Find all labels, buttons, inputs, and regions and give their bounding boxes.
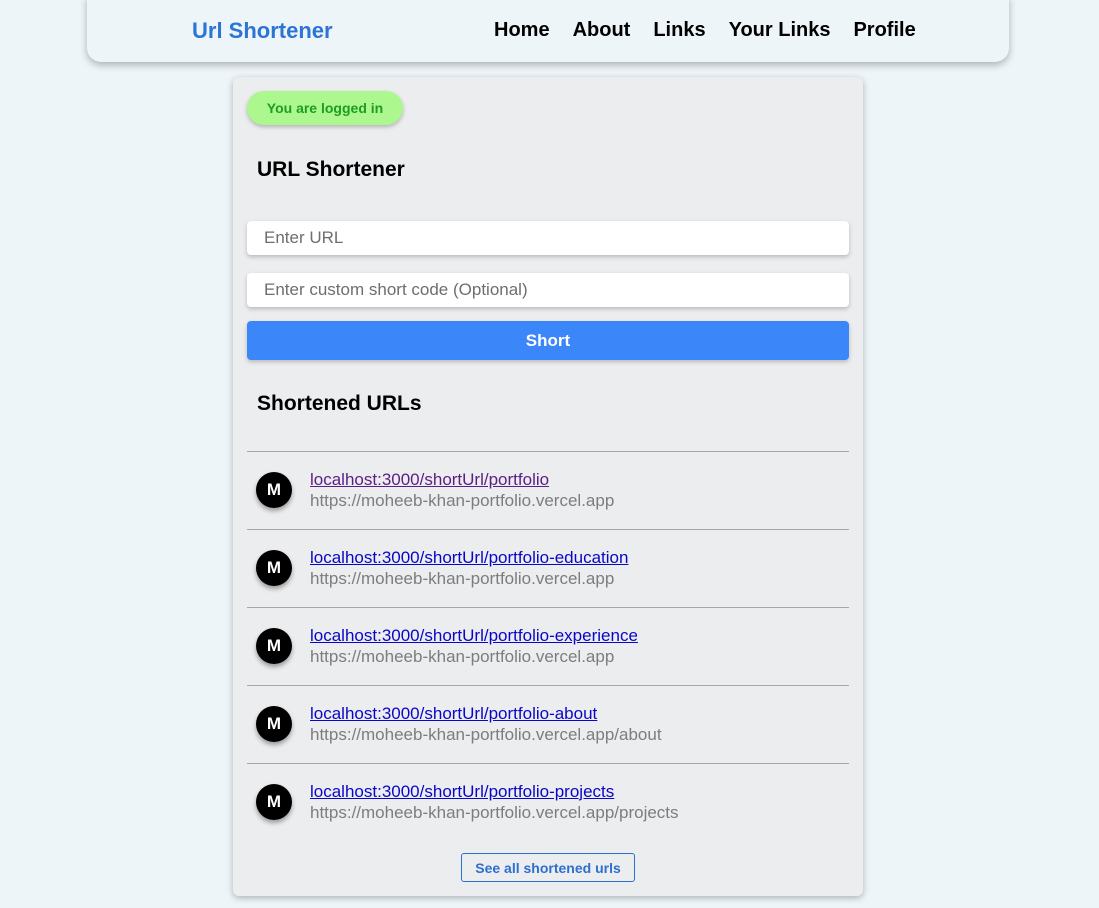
nav-link-your-links[interactable]: Your Links (729, 19, 831, 42)
nav-link-profile[interactable]: Profile (853, 19, 915, 42)
short-url-link[interactable]: localhost:3000/shortUrl/portfolio-projec… (310, 782, 614, 802)
list-item: M localhost:3000/shortUrl/portfolio-proj… (247, 763, 849, 841)
original-url: https://moheeb-khan-portfolio.vercel.app… (310, 725, 662, 744)
custom-code-input[interactable] (247, 273, 849, 307)
url-input[interactable] (247, 221, 849, 255)
list-item: M localhost:3000/shortUrl/portfolio-abou… (247, 685, 849, 763)
nav-link-about[interactable]: About (573, 19, 631, 42)
avatar: M (256, 706, 292, 742)
short-url-link[interactable]: localhost:3000/shortUrl/portfolio-educat… (310, 548, 628, 568)
nav-link-links[interactable]: Links (653, 19, 705, 42)
list-item: M localhost:3000/shortUrl/portfolio-expe… (247, 607, 849, 685)
original-url: https://moheeb-khan-portfolio.vercel.app (310, 647, 615, 666)
nav-link-home[interactable]: Home (494, 19, 550, 42)
brand-logo-link[interactable]: Url Shortener (192, 18, 333, 44)
short-url-link[interactable]: localhost:3000/shortUrl/portfolio-about (310, 704, 597, 724)
avatar: M (256, 472, 292, 508)
list-item: M localhost:3000/shortUrl/portfolio-educ… (247, 529, 849, 607)
shortened-urls-title: Shortened URLs (257, 392, 422, 415)
short-url-link[interactable]: localhost:3000/shortUrl/portfolio (310, 470, 549, 490)
shortener-card: You are logged in URL Shortener Short Sh… (233, 77, 863, 896)
avatar: M (256, 550, 292, 586)
nav-links: Home About Links Your Links Profile (494, 19, 916, 42)
original-url: https://moheeb-khan-portfolio.vercel.app (310, 491, 615, 510)
short-button[interactable]: Short (247, 321, 849, 360)
avatar: M (256, 784, 292, 820)
short-url-link[interactable]: localhost:3000/shortUrl/portfolio-experi… (310, 626, 638, 646)
login-status-badge: You are logged in (247, 91, 403, 125)
navbar: Url Shortener Home About Links Your Link… (87, 0, 1009, 62)
shortener-title: URL Shortener (257, 158, 405, 181)
avatar: M (256, 628, 292, 664)
shortened-url-list: M localhost:3000/shortUrl/portfolio http… (247, 451, 849, 841)
original-url: https://moheeb-khan-portfolio.vercel.app… (310, 803, 679, 822)
see-all-urls-button[interactable]: See all shortened urls (461, 853, 635, 882)
original-url: https://moheeb-khan-portfolio.vercel.app (310, 569, 615, 588)
list-item: M localhost:3000/shortUrl/portfolio http… (247, 451, 849, 529)
